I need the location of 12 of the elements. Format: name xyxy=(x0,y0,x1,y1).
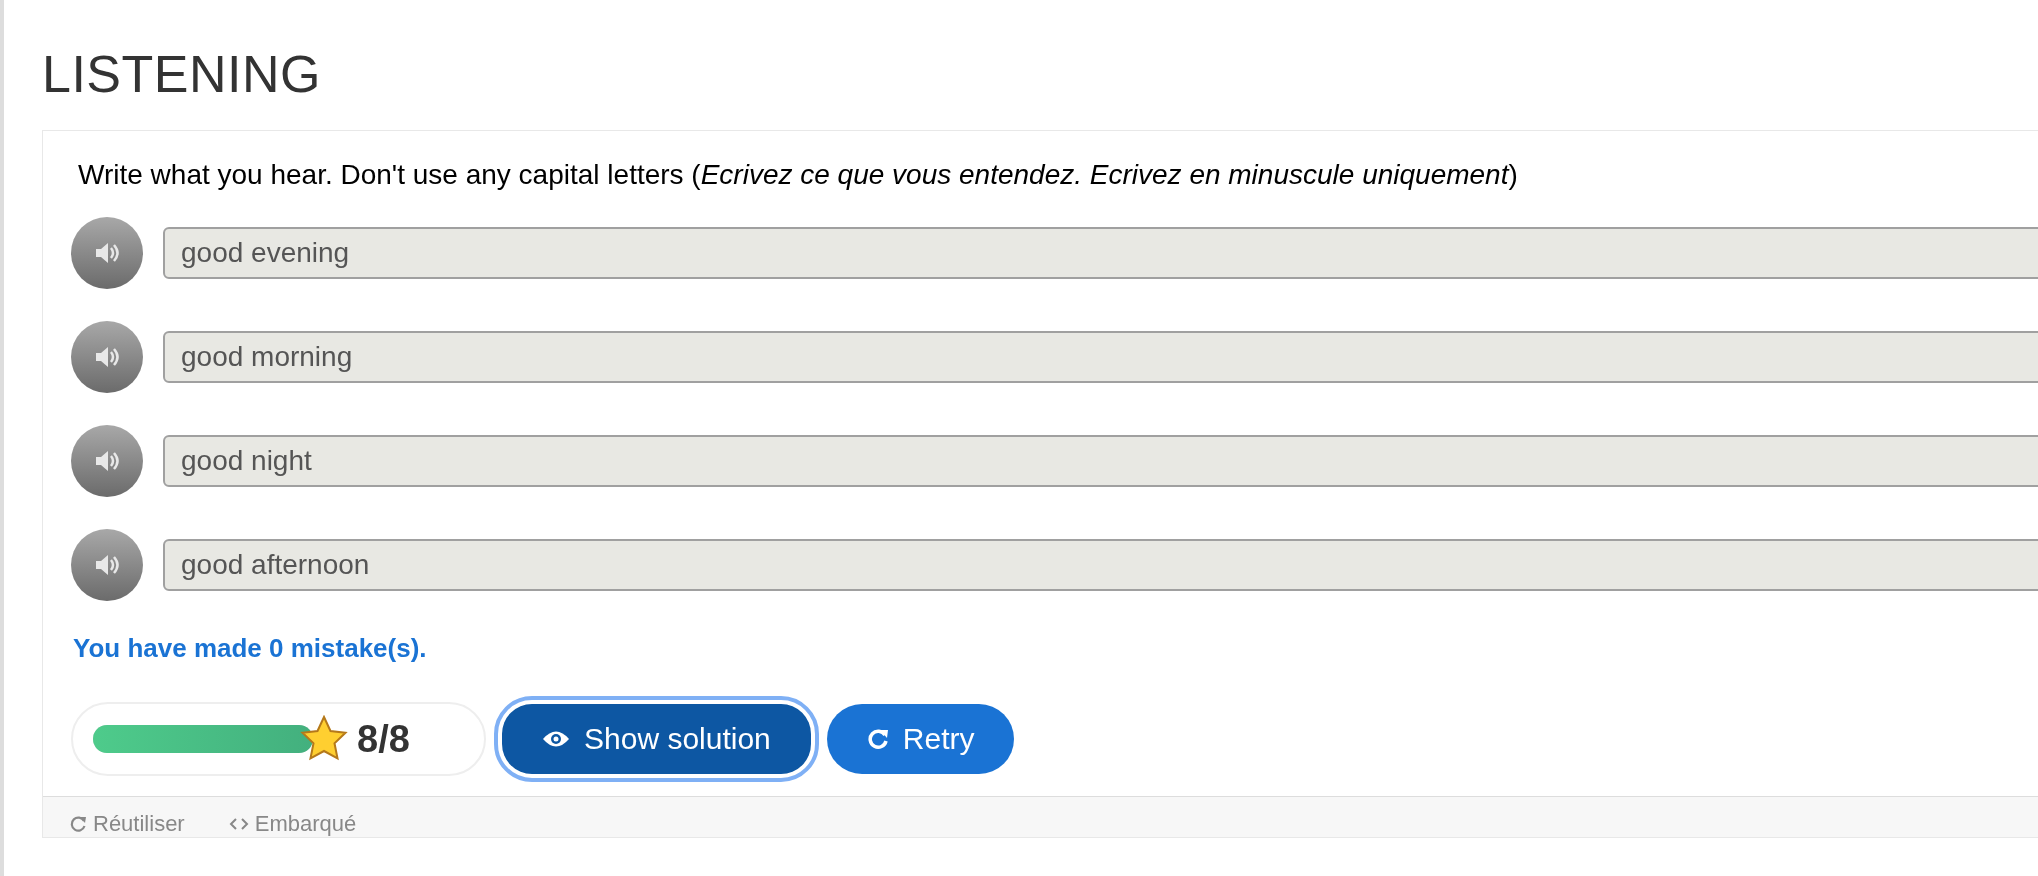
footer-link[interactable]: Embarqué xyxy=(228,811,357,837)
instruction-text: Write what you hear. Don't use any capital letters (Ecrivez ce que vous entendez. Ecrivez en minuscule uniquement) xyxy=(78,159,1519,191)
star-icon xyxy=(299,715,349,763)
retry-button[interactable]: Retry xyxy=(826,704,1015,774)
eye-icon xyxy=(542,730,570,748)
score-text: 8/8 xyxy=(357,717,410,761)
feedback-text: You have made 0 mistake(s). xyxy=(73,633,428,664)
page-title: LISTENING xyxy=(42,44,322,104)
refresh-icon xyxy=(69,815,87,833)
code-icon xyxy=(228,816,249,832)
refresh-icon xyxy=(866,728,889,750)
footer-link[interactable]: Réutiliser xyxy=(69,811,185,837)
